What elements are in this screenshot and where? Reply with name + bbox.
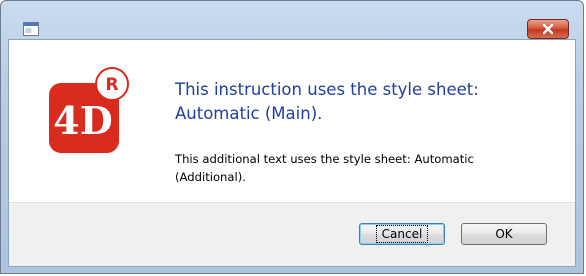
- additional-message: This additional text uses the style shee…: [175, 152, 474, 184]
- cancel-button[interactable]: Cancel: [359, 223, 445, 245]
- cancel-button-label: Cancel: [375, 225, 429, 243]
- 4d-logo-icon: R 4D: [46, 67, 136, 157]
- ok-button-label: OK: [495, 227, 513, 241]
- logo-badge-text: R: [105, 75, 118, 95]
- dialog-client-area: R 4D This instruction uses the style she…: [8, 39, 576, 267]
- ok-button[interactable]: OK: [461, 223, 547, 245]
- button-bar: Cancel OK: [9, 202, 575, 266]
- message-area: R 4D This instruction uses the style she…: [9, 40, 575, 202]
- title-bar[interactable]: [1, 1, 583, 39]
- dialog-window: R 4D This instruction uses the style she…: [0, 0, 584, 274]
- window-app-icon[interactable]: [23, 21, 39, 36]
- close-button[interactable]: [527, 19, 569, 39]
- close-icon: [541, 20, 555, 39]
- logo-text: 4D: [53, 98, 112, 143]
- main-message: This instruction uses the style sheet: A…: [175, 80, 479, 123]
